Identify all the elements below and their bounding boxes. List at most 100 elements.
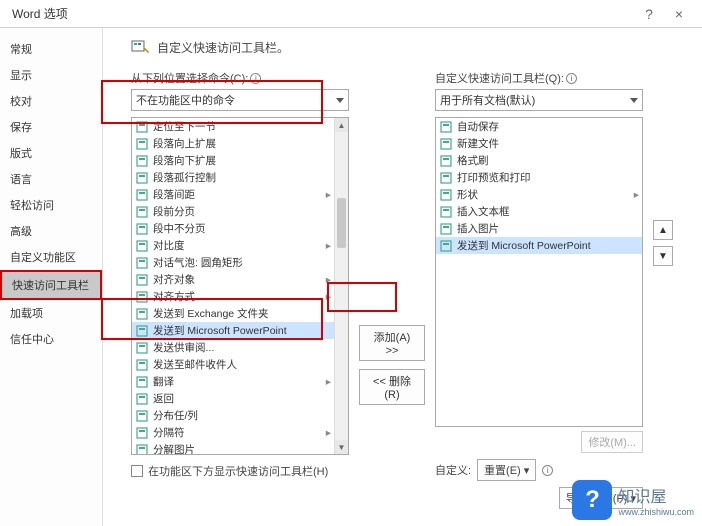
- list-item[interactable]: 格式刷: [436, 152, 642, 169]
- sidebar-item[interactable]: 校对: [0, 88, 102, 114]
- command-icon: [135, 256, 149, 270]
- reset-button[interactable]: 重置(E)▾: [477, 459, 536, 481]
- sidebar-item[interactable]: 语言: [0, 166, 102, 192]
- expand-icon: ▸: [326, 291, 331, 303]
- sidebar-item[interactable]: 版式: [0, 140, 102, 166]
- command-icon: [439, 154, 453, 168]
- sidebar: 常规显示校对保存版式语言轻松访问高级自定义功能区快速访问工具栏加载项信任中心: [0, 28, 103, 526]
- command-icon: [135, 222, 149, 236]
- info-icon[interactable]: i: [250, 73, 261, 84]
- command-icon: [135, 358, 149, 372]
- sidebar-item[interactable]: 轻松访问: [0, 192, 102, 218]
- command-icon: [439, 222, 453, 236]
- list-item[interactable]: 段落间距 ▸: [132, 186, 334, 203]
- help-button[interactable]: ?: [634, 0, 664, 28]
- list-item[interactable]: 翻译 ▸: [132, 373, 334, 390]
- command-icon: [439, 171, 453, 185]
- command-icon: [135, 341, 149, 355]
- command-icon: [135, 443, 149, 456]
- move-up-button[interactable]: ▲: [653, 220, 673, 240]
- list-item[interactable]: 返回: [132, 390, 334, 407]
- list-item[interactable]: 段落孤行控制: [132, 169, 334, 186]
- move-down-button[interactable]: ▼: [653, 246, 673, 266]
- list-item[interactable]: 对比度 ▸: [132, 237, 334, 254]
- window-title: Word 选项: [8, 5, 634, 22]
- sidebar-item[interactable]: 高级: [0, 218, 102, 244]
- toolbar-target-label: 自定义快速访问工具栏(Q):: [435, 70, 564, 86]
- list-item[interactable]: 对齐对象 ▸: [132, 271, 334, 288]
- command-icon: [135, 154, 149, 168]
- command-icon: [135, 324, 149, 338]
- command-icon: [439, 120, 453, 134]
- command-icon: [439, 205, 453, 219]
- sidebar-item[interactable]: 快速访问工具栏: [0, 270, 102, 300]
- expand-icon: ▸: [326, 274, 331, 286]
- list-item[interactable]: 段落向上扩展: [132, 135, 334, 152]
- command-icon: [135, 120, 149, 134]
- toolbar-commands-list[interactable]: 自动保存新建文件格式刷打印预览和打印形状 ▸插入文本框插入图片发送到 Micro…: [435, 117, 643, 427]
- sidebar-item[interactable]: 常规: [0, 36, 102, 62]
- list-item[interactable]: 发送到 Microsoft PowerPoint: [436, 237, 642, 254]
- expand-icon: ▸: [326, 427, 331, 439]
- choose-commands-label: 从下列位置选择命令(C):: [131, 70, 248, 86]
- info-icon[interactable]: i: [542, 465, 553, 476]
- command-icon: [135, 307, 149, 321]
- command-icon: [135, 426, 149, 440]
- sidebar-item[interactable]: 保存: [0, 114, 102, 140]
- command-icon: [135, 409, 149, 423]
- commands-source-dropdown[interactable]: 不在功能区中的命令: [131, 89, 349, 111]
- list-item[interactable]: 发送到 Exchange 文件夹: [132, 305, 334, 322]
- command-icon: [135, 392, 149, 406]
- list-item[interactable]: 插入图片: [436, 220, 642, 237]
- close-button[interactable]: ×: [664, 0, 694, 28]
- remove-button[interactable]: << 删除(R): [359, 369, 425, 405]
- expand-icon: ▸: [326, 376, 331, 388]
- modify-button: 修改(M)...: [581, 431, 643, 453]
- available-commands-list[interactable]: 定位至下一节段落向上扩展段落向下扩展段落孤行控制段落间距 ▸段前分页段中不分页对…: [131, 117, 349, 455]
- list-item[interactable]: 发送供审阅...: [132, 339, 334, 356]
- sidebar-item[interactable]: 显示: [0, 62, 102, 88]
- sidebar-item[interactable]: 自定义功能区: [0, 244, 102, 270]
- list-item[interactable]: 定位至下一节: [132, 118, 334, 135]
- command-icon: [439, 188, 453, 202]
- list-item[interactable]: 打印预览和打印: [436, 169, 642, 186]
- customize-icon: [131, 38, 149, 56]
- command-icon: [135, 290, 149, 304]
- add-button[interactable]: 添加(A) >>: [359, 325, 425, 361]
- command-icon: [135, 171, 149, 185]
- show-below-ribbon-checkbox[interactable]: [131, 465, 143, 477]
- scrollbar[interactable]: ▲ ▼: [334, 118, 348, 454]
- command-icon: [135, 137, 149, 151]
- expand-icon: ▸: [326, 240, 331, 252]
- list-item[interactable]: 分隔符 ▸: [132, 424, 334, 441]
- expand-icon: ▸: [326, 189, 331, 201]
- list-item[interactable]: 新建文件: [436, 135, 642, 152]
- list-item[interactable]: 分布任/列: [132, 407, 334, 424]
- command-icon: [135, 273, 149, 287]
- list-item[interactable]: 插入文本框: [436, 203, 642, 220]
- list-item[interactable]: 段中不分页: [132, 220, 334, 237]
- list-item[interactable]: 形状 ▸: [436, 186, 642, 203]
- list-item[interactable]: 自动保存: [436, 118, 642, 135]
- list-item[interactable]: 对话气泡: 圆角矩形: [132, 254, 334, 271]
- list-item[interactable]: 分解图片: [132, 441, 334, 455]
- list-item[interactable]: 对齐方式 ▸: [132, 288, 334, 305]
- list-item[interactable]: 发送到 Microsoft PowerPoint: [132, 322, 334, 339]
- custom-label: 自定义:: [435, 462, 471, 478]
- expand-icon: ▸: [634, 189, 639, 201]
- sidebar-item[interactable]: 信任中心: [0, 326, 102, 352]
- info-icon[interactable]: i: [566, 73, 577, 84]
- toolbar-target-dropdown[interactable]: 用于所有文档(默认): [435, 89, 643, 111]
- command-icon: [135, 239, 149, 253]
- page-title: 自定义快速访问工具栏。: [157, 39, 289, 56]
- command-icon: [439, 137, 453, 151]
- list-item[interactable]: 段前分页: [132, 203, 334, 220]
- show-below-ribbon-label: 在功能区下方显示快速访问工具栏(H): [148, 463, 328, 479]
- list-item[interactable]: 发送至邮件收件人: [132, 356, 334, 373]
- command-icon: [135, 375, 149, 389]
- command-icon: [135, 205, 149, 219]
- sidebar-item[interactable]: 加载项: [0, 300, 102, 326]
- watermark: ? 知识屋 www.zhishiwu.com: [572, 480, 694, 520]
- command-icon: [439, 239, 453, 253]
- list-item[interactable]: 段落向下扩展: [132, 152, 334, 169]
